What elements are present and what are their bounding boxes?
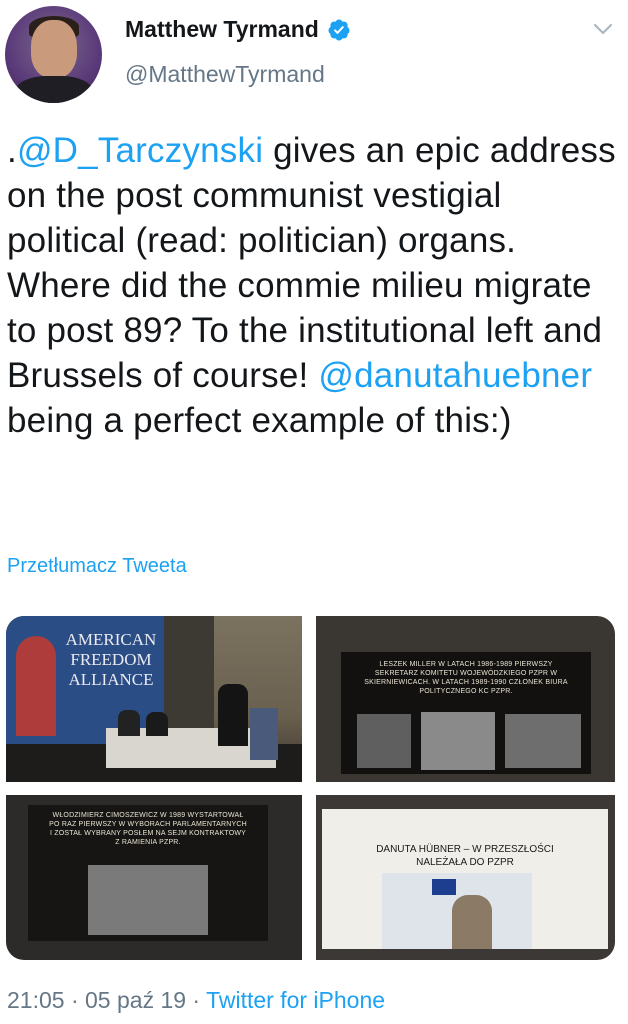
slide-photo: [382, 873, 532, 949]
photo-slide-cimoszewicz[interactable]: WŁODZIMIERZ CIMOSZEWICZ W 1989 WYSTARTOW…: [6, 795, 302, 960]
slide-photo: [357, 714, 411, 768]
translate-tweet-link[interactable]: Przetłumacz Tweeta: [7, 555, 187, 578]
photo-slide-miller[interactable]: LESZEK MILLER W LATACH 1986-1989 PIERWSZ…: [316, 616, 615, 782]
projection-screen: WŁODZIMIERZ CIMOSZEWICZ W 1989 WYSTARTOW…: [28, 805, 268, 941]
torch-logo: [16, 636, 56, 736]
meta-separator: ·: [64, 987, 86, 1013]
tweet-text-segment: .: [7, 131, 17, 170]
verified-badge-icon: [328, 19, 350, 40]
avatar-face: [31, 20, 77, 78]
panelist: [146, 712, 168, 736]
tweet-meta: 21:05 · 05 paź 19 · Twitter for iPhone: [7, 987, 385, 1014]
tweet-text: .@D_Tarczynski gives an epic address on …: [7, 128, 617, 443]
slide-photo: [88, 865, 208, 935]
mention-link[interactable]: @danutahuebner: [318, 356, 592, 395]
meta-separator: ·: [186, 987, 207, 1013]
projection-screen: DANUTA HÜBNER – W PRZESZŁOŚCI NALEŻAŁA D…: [322, 809, 608, 949]
banner-text: AMERICAN FREEDOM ALLIANCE: [65, 630, 157, 689]
speaker: [218, 684, 248, 746]
tweet-text-segment: being a perfect example of this:): [7, 401, 512, 440]
author-name-row[interactable]: Matthew Tyrmand: [125, 16, 351, 43]
tweet-time[interactable]: 21:05: [7, 987, 65, 1013]
slide-caption: DANUTA HÜBNER – W PRZESZŁOŚCI NALEŻAŁA D…: [376, 844, 554, 868]
banner-panel: AMERICAN FREEDOM ALLIANCE: [6, 616, 164, 746]
projection-screen: LESZEK MILLER W LATACH 1986-1989 PIERWSZ…: [341, 652, 591, 774]
tweet-source-link[interactable]: Twitter for iPhone: [206, 987, 385, 1013]
media-grid: AMERICAN FREEDOM ALLIANCE LESZEK MILLER …: [6, 616, 615, 960]
slide-photo: [421, 712, 495, 770]
panelist: [118, 710, 140, 736]
slide-caption: LESZEK MILLER W LATACH 1986-1989 PIERWSZ…: [364, 661, 568, 695]
slide-photo: [505, 714, 581, 768]
avatar-shirt: [15, 76, 93, 103]
mention-link[interactable]: @D_Tarczynski: [17, 131, 263, 170]
author-name[interactable]: Matthew Tyrmand: [125, 16, 319, 43]
avatar[interactable]: [5, 6, 102, 103]
eu-flag-icon: [432, 879, 456, 895]
podium: [250, 708, 278, 760]
slide-caption: WŁODZIMIERZ CIMOSZEWICZ W 1989 WYSTARTOW…: [49, 812, 247, 846]
portrait: [452, 895, 492, 949]
author-handle[interactable]: @MatthewTyrmand: [125, 61, 325, 88]
chevron-down-icon[interactable]: [593, 22, 613, 36]
photo-slide-hubner[interactable]: DANUTA HÜBNER – W PRZESZŁOŚCI NALEŻAŁA D…: [316, 795, 615, 960]
tweet-date[interactable]: 05 paź 19: [85, 987, 186, 1013]
photo-conference-panel[interactable]: AMERICAN FREEDOM ALLIANCE: [6, 616, 302, 782]
